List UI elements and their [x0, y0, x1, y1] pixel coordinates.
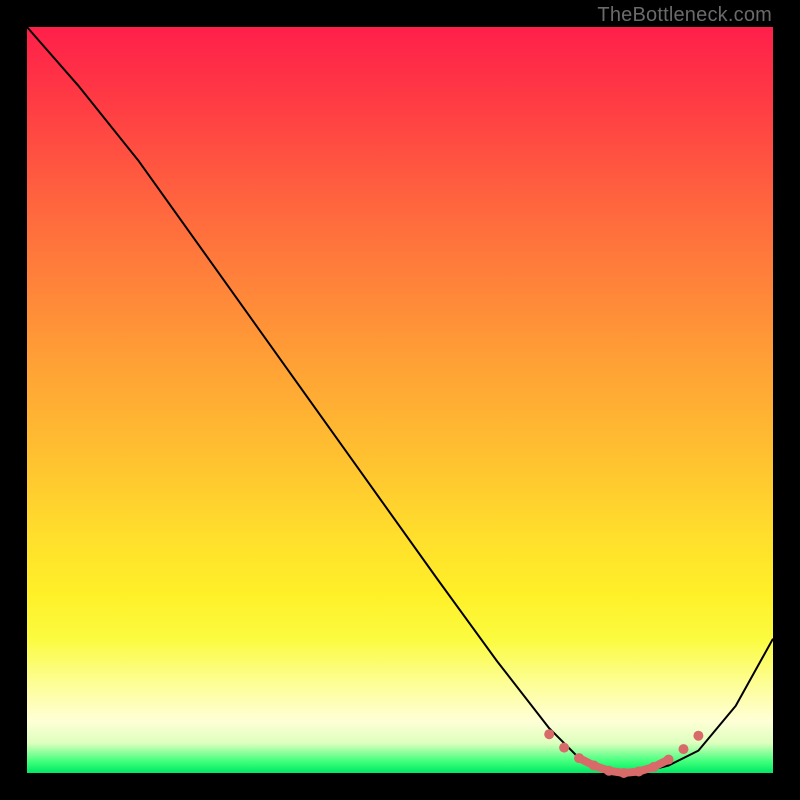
optimal-band-dot	[634, 767, 644, 777]
watermark-text: TheBottleneck.com	[597, 4, 772, 27]
optimal-band-dot	[678, 744, 688, 754]
curve-layer	[27, 27, 773, 773]
optimal-band-dot	[693, 731, 703, 741]
optimal-band-dot	[544, 729, 554, 739]
optimal-band-dot	[574, 753, 584, 763]
optimal-band-dot	[589, 761, 599, 771]
optimal-band-dot	[664, 755, 674, 765]
optimal-band-dot	[649, 762, 659, 772]
optimal-band-dot	[604, 766, 614, 776]
chart-stage: TheBottleneck.com	[0, 0, 800, 800]
optimal-band-dot	[559, 743, 569, 753]
bottleneck-curve-path	[27, 27, 773, 773]
optimal-band-dot	[619, 768, 629, 778]
plot-area	[27, 27, 773, 773]
